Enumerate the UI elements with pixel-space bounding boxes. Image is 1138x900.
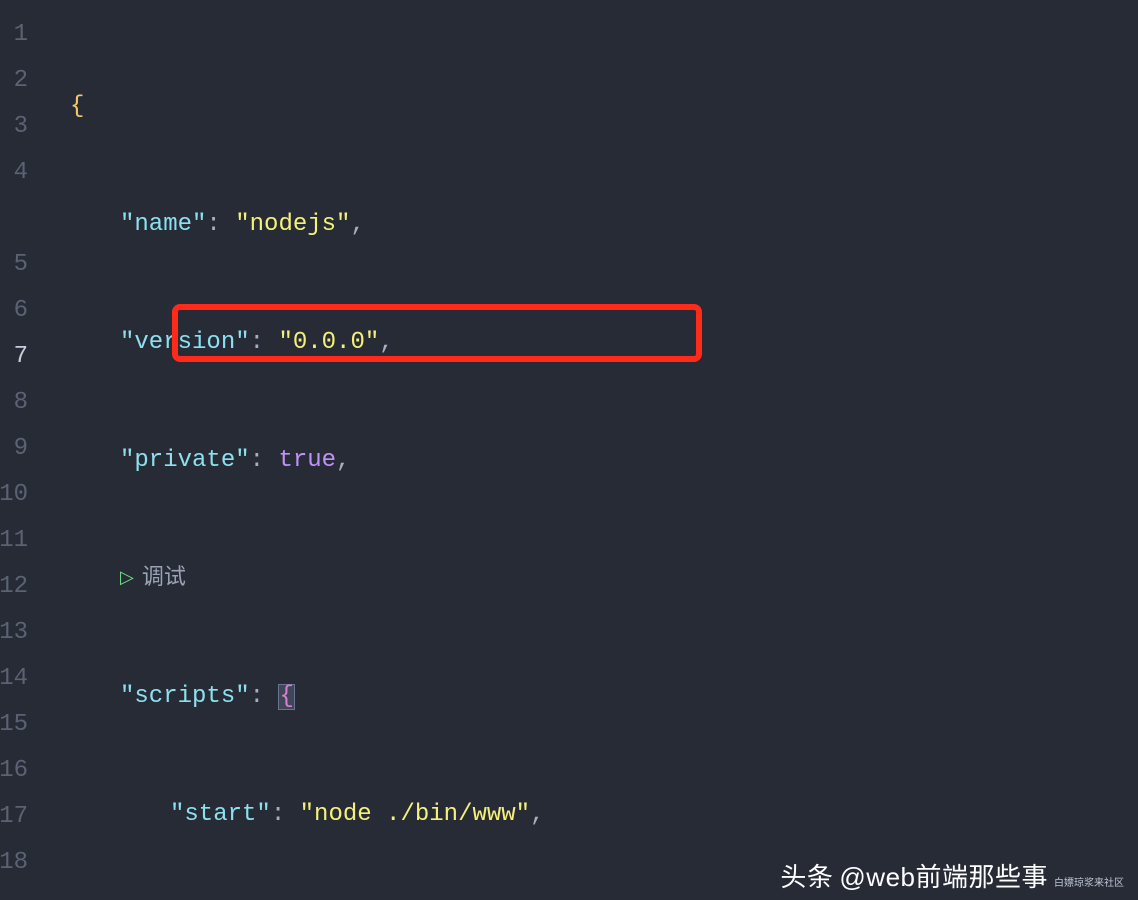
json-key-private: "private" [120,449,250,473]
line-number: 17 [0,794,28,840]
code-editor[interactable]: 1 2 3 4 5 6 7 8 9 10 11 12 13 14 15 16 1… [0,0,1138,900]
watermark-handle: @web前端那些事 [839,864,1048,890]
line-number: 1 [0,12,28,58]
json-key-version: "version" [120,331,250,355]
line-number: 2 [0,58,28,104]
brace-open: { [70,95,84,119]
json-value-start: "node ./bin/www" [300,803,530,827]
line-number: 9 [0,426,28,472]
json-key-scripts: "scripts" [120,685,250,709]
line-number: 4 [0,150,28,196]
json-value-version: "0.0.0" [278,331,379,355]
watermark-prefix: 头条 [780,864,833,890]
code-line[interactable]: "start": "node ./bin/www", [44,792,1138,838]
line-number: 16 [0,748,28,794]
json-value-private: true [278,449,336,473]
json-value-name: "nodejs" [235,213,350,237]
code-line[interactable]: "version": "0.0.0", [44,320,1138,366]
line-number: 5 [0,242,28,288]
line-number: 15 [0,702,28,748]
line-number: 14 [0,656,28,702]
brace-open-matched: { [278,684,294,710]
json-key-name: "name" [120,213,206,237]
play-icon: ▷ [120,570,134,588]
debug-codelens[interactable]: ▷ 调试 [44,556,1138,602]
line-number: 8 [0,380,28,426]
line-number-gutter: 1 2 3 4 5 6 7 8 9 10 11 12 13 14 15 16 1… [0,12,44,900]
code-line[interactable]: { [44,84,1138,130]
json-key-start: "start" [170,803,271,827]
code-line[interactable]: "private": true, [44,438,1138,484]
code-line[interactable]: "scripts": { [44,674,1138,720]
line-number [0,196,28,242]
watermark-small: 白嫖琼浆来社区 [1054,879,1124,889]
line-number-active: 7 [0,334,28,380]
line-number: 18 [0,840,28,886]
debug-label: 调试 [142,568,186,590]
line-number: 10 [0,472,28,518]
code-line[interactable]: "name": "nodejs", [44,202,1138,248]
watermark: 头条 @web前端那些事 白嫖琼浆来社区 [780,864,1124,890]
code-area[interactable]: { "name": "nodejs", "version": "0.0.0", … [44,12,1138,900]
line-number: 13 [0,610,28,656]
line-number: 11 [0,518,28,564]
line-number: 6 [0,288,28,334]
line-number: 3 [0,104,28,150]
line-number: 12 [0,564,28,610]
